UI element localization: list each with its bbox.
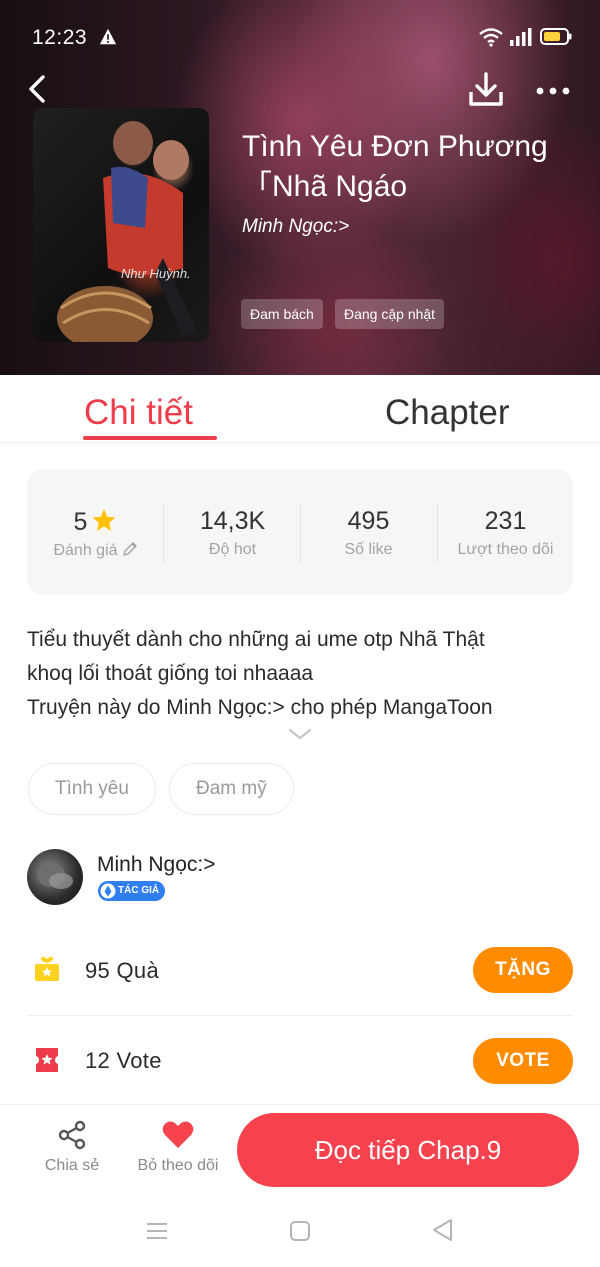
description-line: Truyện này do Minh Ngọc:> cho phép Manga… xyxy=(27,696,493,719)
gift-icon xyxy=(35,956,59,981)
cover-illustration xyxy=(57,121,198,342)
stat-likes: 495 Số like xyxy=(300,469,437,595)
share-label: Chia sẻ xyxy=(44,1157,100,1174)
stat-rating-label: Đánh giá xyxy=(53,542,118,559)
vote-label: Vote xyxy=(116,1048,162,1073)
genre-chip[interactable]: Đam mỹ xyxy=(169,763,294,815)
ticket-icon xyxy=(36,1048,58,1072)
stat-rating-label-row: Đánh giá xyxy=(27,541,164,560)
author-badge-icon xyxy=(100,883,116,899)
stat-followers: 231 Lượt theo dõi xyxy=(437,469,574,595)
status-bar: 12:23 xyxy=(0,0,600,74)
status-time: 12:23 xyxy=(32,26,88,49)
book-cover: Như Huỳnh. xyxy=(33,108,209,342)
author-badge: TÁC GIẢ xyxy=(98,881,166,901)
battery-icon xyxy=(540,28,572,45)
gift-label: Quà xyxy=(116,958,159,983)
chevron-down-icon[interactable] xyxy=(287,726,313,742)
stats-card: 5 Đánh giá 14,3K Độ hot 495 Số like 231 … xyxy=(27,469,573,595)
gift-count: 95 xyxy=(85,958,111,983)
stat-likes-value: 495 xyxy=(347,507,390,535)
system-nav-bar xyxy=(0,1199,600,1267)
warning-icon xyxy=(99,28,117,45)
back-icon[interactable] xyxy=(24,72,52,106)
stat-rating-value-row: 5 xyxy=(27,507,164,537)
unfollow-label: Bỏ theo dõi xyxy=(137,1157,219,1174)
author-name[interactable]: Minh Ngọc:> xyxy=(97,853,215,877)
cover-watermark: Như Huỳnh. xyxy=(121,266,191,281)
divider xyxy=(27,1015,573,1016)
heart-icon xyxy=(162,1121,194,1148)
signal-icon xyxy=(510,28,532,46)
genre-chip[interactable]: Tình yêu xyxy=(28,763,156,815)
gift-button[interactable]: TẶNG xyxy=(473,947,573,993)
vote-count-row: 12 Vote xyxy=(85,1048,162,1074)
bottom-action-bar: Chia sẻ Bỏ theo dõi Đọc tiếp Chap.9 xyxy=(0,1104,600,1199)
vote-button[interactable]: VOTE xyxy=(473,1038,573,1084)
tab-bar: Chi tiết Chapter xyxy=(0,375,600,443)
tab-details[interactable]: Chi tiết xyxy=(84,393,193,433)
share-button[interactable]: Chia sẻ xyxy=(40,1119,104,1175)
author-badge-label: TÁC GIẢ xyxy=(118,885,160,896)
book-description: Tiểu thuyết dành cho những ai ume otp Nh… xyxy=(27,623,577,725)
author-avatar[interactable] xyxy=(27,849,83,905)
unfollow-button[interactable]: Bỏ theo dõi xyxy=(132,1119,224,1175)
continue-reading-button[interactable]: Đọc tiếp Chap.9 xyxy=(237,1113,579,1187)
stat-hot-label: Độ hot xyxy=(208,541,257,558)
stat-followers-label: Lượt theo dõi xyxy=(457,541,554,558)
stat-rating-value: 5 xyxy=(73,508,88,536)
menu-icon[interactable] xyxy=(145,1219,169,1243)
vote-count: 12 xyxy=(85,1048,111,1073)
more-icon[interactable] xyxy=(533,76,573,106)
system-back-icon[interactable] xyxy=(430,1217,456,1243)
avatar-image xyxy=(37,863,73,889)
pencil-icon[interactable] xyxy=(122,541,138,557)
book-title: Tình Yêu Đơn Phương 「Nhã Ngáo xyxy=(242,130,548,203)
stat-hot-value: 14,3K xyxy=(199,507,266,535)
tab-chapter[interactable]: Chapter xyxy=(385,393,510,433)
book-author[interactable]: Minh Ngọc:> xyxy=(242,216,349,238)
stat-followers-value: 231 xyxy=(484,507,527,535)
active-tab-indicator xyxy=(83,436,217,440)
tag-pill: Đam bách xyxy=(241,299,323,329)
star-icon xyxy=(93,509,116,531)
download-icon[interactable] xyxy=(466,70,506,110)
gift-count-row: 95 Quà xyxy=(85,958,159,984)
stat-rating[interactable]: 5 Đánh giá xyxy=(27,469,164,595)
stat-likes-label: Số like xyxy=(344,541,393,558)
share-icon xyxy=(58,1120,86,1150)
status-pill: Đang cập nhật xyxy=(335,299,445,329)
description-line: Tiểu thuyết dành cho những ai ume otp Nh… xyxy=(27,628,485,651)
wifi-icon xyxy=(479,28,503,47)
stat-hot: 14,3K Độ hot xyxy=(164,469,301,595)
description-line: khoq lối thoát giống toi nhaaaa xyxy=(27,662,314,685)
home-icon[interactable] xyxy=(288,1219,312,1243)
